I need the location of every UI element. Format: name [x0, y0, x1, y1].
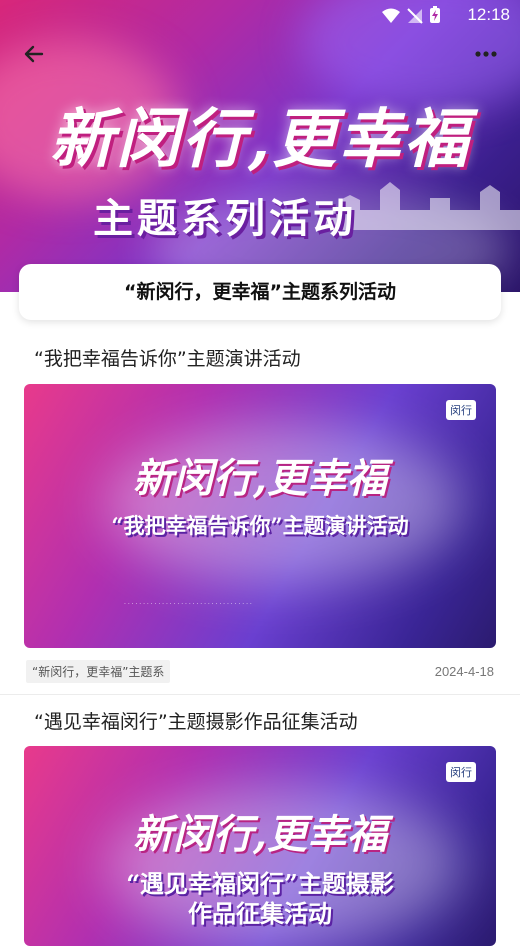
article-title[interactable]: “我把幸福告诉你”主题演讲活动 — [34, 344, 301, 371]
divider — [0, 694, 520, 695]
article-thumbnail[interactable]: 闵行 新闵行,更幸福 “我把幸福告诉你”主题演讲活动 · · · · · · ·… — [24, 384, 496, 648]
wifi-icon — [382, 8, 400, 23]
series-title-card: “新闵行，更幸福”主题系列活动 — [19, 264, 501, 320]
no-signal-icon — [407, 8, 423, 24]
back-button[interactable] — [20, 40, 48, 68]
image-headline: 新闵行,更幸福 — [133, 811, 387, 858]
minhang-logo: 闵行 — [446, 762, 476, 782]
more-button[interactable] — [472, 40, 500, 68]
battery-charging-icon — [430, 6, 440, 23]
status-icons — [380, 6, 450, 24]
article-title[interactable]: “遇见幸福闵行”主题摄影作品征集活动 — [34, 707, 358, 734]
image-headline: 新闵行,更幸福 — [133, 455, 387, 502]
article-tag[interactable]: “新闵行，更幸福”主题系 — [26, 660, 171, 683]
image-fine-print: · · · · · · · · · · · · · · · · · · · · … — [124, 601, 252, 608]
hero-subtitle: 主题系列活动 — [93, 195, 357, 242]
status-time: 12:18 — [467, 5, 510, 24]
hero-title: 新闵行,更幸福 — [49, 102, 471, 177]
status-bar: 12:18 — [0, 0, 520, 30]
more-dots-icon — [475, 51, 497, 57]
article-thumbnail[interactable]: 闵行 新闵行,更幸福 “遇见幸福闵行”主题摄影 作品征集活动 — [24, 746, 496, 946]
arrow-left-icon — [24, 45, 44, 63]
minhang-logo: 闵行 — [446, 400, 476, 420]
image-subtitle: “我把幸福告诉你”主题演讲活动 — [111, 513, 409, 538]
article-date: 2024-4-18 — [434, 664, 494, 679]
hero-banner: 新闵行,更幸福 主题系列活动 — [0, 0, 520, 292]
